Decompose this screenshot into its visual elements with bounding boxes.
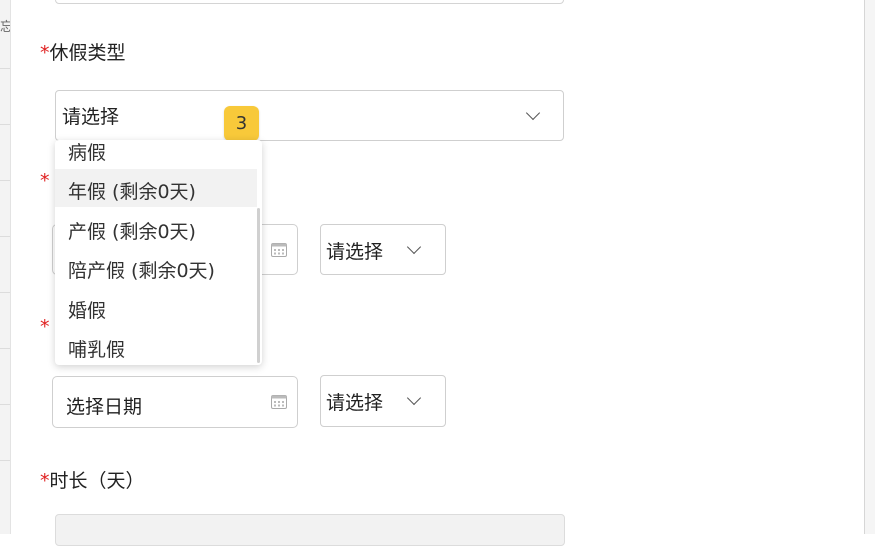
page-scrollbar[interactable]: [864, 0, 875, 534]
leave-type-dropdown: 病假 年假 (剩余0天) 产假 (剩余0天) 陪产假 (剩余0天) 婚假 哺乳假: [55, 140, 262, 365]
option-label: 哺乳假: [68, 339, 126, 361]
end-date-input[interactable]: 选择日期: [52, 376, 298, 428]
divider: [0, 404, 10, 405]
background-glyph: 忘: [0, 20, 10, 35]
dropdown-scrollbar[interactable]: [257, 208, 260, 363]
calendar-icon: [271, 395, 287, 409]
chevron-down-icon: [525, 105, 541, 121]
leave-type-select[interactable]: 请选择: [55, 90, 564, 141]
option-sick-leave[interactable]: 病假: [55, 140, 257, 168]
chevron-down-icon: [406, 239, 422, 255]
end-required-mark: *: [40, 316, 50, 338]
divider: [0, 236, 10, 237]
option-marriage-leave[interactable]: 婚假: [55, 288, 257, 326]
required-mark: *: [40, 42, 50, 64]
previous-field-input[interactable]: [55, 0, 564, 4]
divider: [0, 292, 10, 293]
start-period-select[interactable]: 请选择: [320, 224, 446, 275]
option-label: 年假 (剩余0天): [68, 181, 196, 203]
chevron-down-icon: [406, 390, 422, 406]
option-label: 婚假: [68, 300, 107, 322]
leave-type-select-value: 请选择: [62, 106, 120, 128]
required-mark: *: [40, 470, 50, 492]
option-maternity-leave[interactable]: 产假 (剩余0天): [55, 209, 257, 247]
option-annual-leave[interactable]: 年假 (剩余0天): [55, 169, 257, 207]
divider: [0, 348, 10, 349]
duration-label-text: 时长（天）: [49, 470, 145, 492]
divider: [0, 180, 10, 181]
duration-label: *时长（天）: [40, 466, 145, 493]
duration-input: [55, 514, 565, 546]
end-period-select[interactable]: 请选择: [320, 375, 446, 427]
option-label: 陪产假 (剩余0天): [68, 260, 215, 282]
background-left-panel: 忘: [0, 0, 11, 534]
leave-type-label-text: 休假类型: [49, 42, 126, 64]
divider: [0, 460, 10, 461]
leave-type-label: *休假类型: [40, 38, 126, 65]
option-paternity-leave[interactable]: 陪产假 (剩余0天): [55, 248, 257, 286]
end-date-placeholder: 选择日期: [66, 396, 143, 418]
end-period-value: 请选择: [326, 392, 384, 414]
count-badge: 3: [224, 106, 259, 141]
start-period-value: 请选择: [326, 241, 384, 263]
option-label: 产假 (剩余0天): [68, 221, 196, 243]
option-label: 病假: [68, 142, 107, 164]
divider: [0, 124, 10, 125]
start-required-mark: *: [40, 170, 50, 192]
divider: [0, 68, 10, 69]
option-nursing-leave[interactable]: 哺乳假: [55, 327, 257, 365]
calendar-icon: [271, 243, 287, 257]
